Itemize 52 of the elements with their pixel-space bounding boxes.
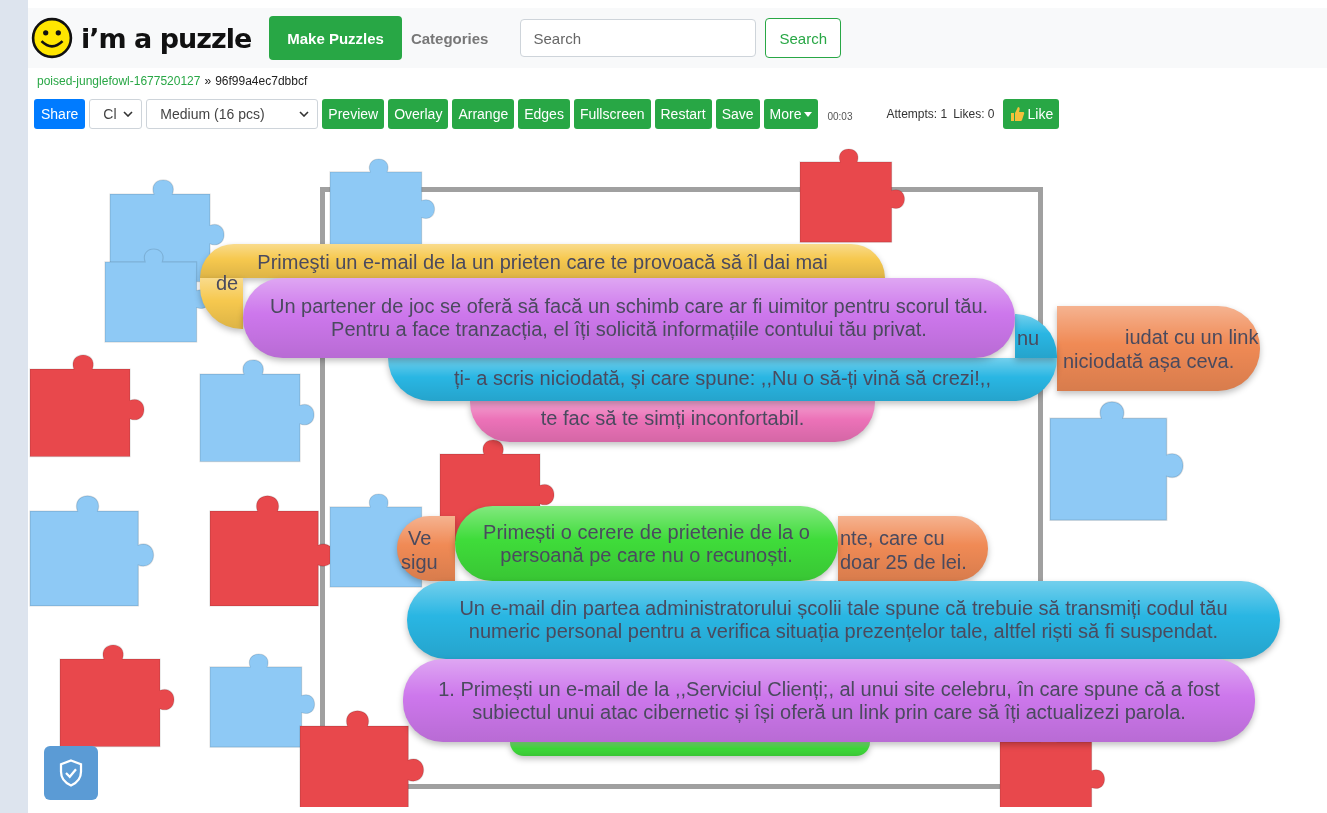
pill-text: nte, care cu <box>840 527 945 549</box>
piece-count-select[interactable]: Medium (16 pcs) <box>146 99 319 129</box>
search-button[interactable]: Search <box>765 18 841 58</box>
pill-text: ți- a scris niciodată, și care spune: ,,Nu o să-ți vină să crezi!,, <box>453 367 992 389</box>
toolbar-button[interactable]: Overlay <box>388 99 449 129</box>
text-pill[interactable]: ți- a scris niciodată, și care spune: ,,Nu o să-ți vină să crezi!,, <box>388 358 1057 401</box>
categories-link[interactable]: Categories <box>410 29 489 47</box>
more-dropdown-button[interactable]: More <box>763 99 819 129</box>
site-logo-text[interactable]: i’m a puzzle <box>81 22 252 54</box>
timer-text: 00:03 <box>827 110 853 122</box>
pill-text: nu <box>1017 327 1040 349</box>
breadcrumb-link[interactable]: poised-junglefowl-1677520127 <box>37 74 201 92</box>
text-pill[interactable]: iudat cu un link niciodată așa ceva. <box>1057 306 1260 391</box>
text-pill[interactable]: nu <box>1015 314 1057 358</box>
dropdown-select[interactable]: Cl <box>89 99 143 129</box>
pill-text: te fac să te simți inconfortabil. <box>539 407 806 429</box>
privacy-shield-button[interactable] <box>44 746 98 800</box>
pill-text: Un e-mail din partea administratorului școlii tale spune că trebuie să transmiți codul tău numeric personal pentru a verifica situația prezențelor tale, altfel riști să fi suspendat. <box>458 597 1229 643</box>
toolbar-button[interactable]: Restart <box>654 99 712 129</box>
chevron-down-icon <box>123 111 134 117</box>
smiley-logo-icon[interactable] <box>31 17 73 59</box>
toolbar-button[interactable]: Edges <box>518 99 570 129</box>
toolbar-button[interactable]: Preview <box>322 99 385 129</box>
pill-text: doar 25 de lei. <box>840 551 967 573</box>
thumbs-up-icon <box>1008 106 1025 122</box>
likes-count: Likes: 0 <box>953 107 995 121</box>
pill-text: Un partener de joc se oferă să facă un schimb care ar fi uimitor pentru scorul tău. Pentru a face tranzacția, el îți solicită informațiile contului tău privat. <box>268 295 990 341</box>
pill-text: 1. Primești un e-mail de la ,,Serviciul Clienți;, al unui site celebru, în care spune că a fost subiectul unui atac cibernetic și își oferă un link prin care să îți actualizezi parola. <box>437 677 1221 724</box>
pill-text: Primești o cerere de prietenie de la o persoană pe care nu o recunoști. <box>482 520 811 567</box>
text-pill[interactable]: nte, care cu doar 25 de lei. <box>838 516 988 581</box>
toolbar-button[interactable]: Fullscreen <box>573 99 651 129</box>
caret-down-icon <box>804 111 813 117</box>
breadcrumb-current: 96f99a4ec7dbbcf <box>215 74 308 90</box>
like-button[interactable]: Like <box>1002 99 1060 129</box>
text-pill[interactable]: Un partener de joc se oferă să facă un schimb care ar fi uimitor pentru scorul tău. Pentru a face tranzacția, el îți solicită informațiile contului tău privat. <box>243 278 1015 358</box>
pill-text: sigu <box>401 551 438 573</box>
toolbar-button[interactable]: Save <box>715 99 760 129</box>
toolbar-button[interactable]: Arrange <box>452 99 515 129</box>
text-pill[interactable]: Un e-mail din partea administratorului școlii tale spune că trebuie să transmiți codul tău numeric personal pentru a verifica situația prezențelor tale, altfel riști să fi suspendat. <box>407 581 1280 659</box>
chevron-down-icon <box>299 111 310 117</box>
breadcrumb-separator: » <box>204 74 212 90</box>
text-pill[interactable]: Primești o cerere de prietenie de la o persoană pe care nu o recunoști. <box>455 506 838 581</box>
search-field[interactable]: Search <box>520 19 757 57</box>
pill-text: Primeşti un e-mail de la un prieten care te provoacă să îl dai mai <box>256 251 829 273</box>
text-pill[interactable]: 1. Primești un e-mail de la ,,Serviciul Clienți;, al unui site celebru, în care spune că a fost subiectul unui atac cibernetic și își oferă un link prin care să îți actualizezi parola. <box>403 659 1255 742</box>
pill-text: iudat cu un link <box>1125 326 1259 348</box>
make-puzzles-button[interactable]: Make Puzzles <box>269 16 402 60</box>
pill-text: niciodată așa ceva. <box>1063 350 1235 372</box>
text-pill[interactable]: te fac să te simți inconfortabil. <box>470 401 875 442</box>
attempts-count: Attempts: 1 <box>886 107 948 121</box>
pill-text: Ve <box>408 527 432 549</box>
share-button[interactable]: Share <box>34 99 86 129</box>
